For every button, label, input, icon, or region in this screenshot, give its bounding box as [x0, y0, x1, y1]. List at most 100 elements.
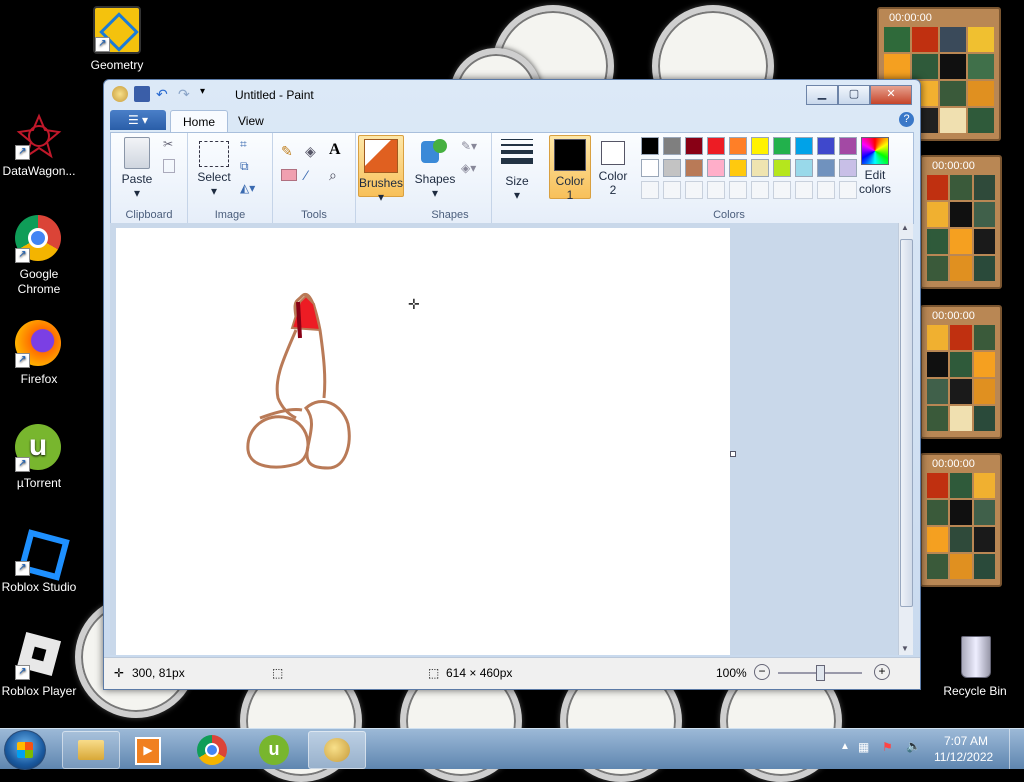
puzzle-gadget[interactable]: 00:00:00	[920, 305, 1002, 439]
puzzle-grid[interactable]	[927, 325, 995, 431]
undo-icon[interactable]: ↶	[156, 86, 172, 102]
fill-icon[interactable]: ◈	[305, 143, 321, 159]
title-bar[interactable]: ↶ ↷ ▾ Untitled - Paint ▁ ▢ ✕	[104, 80, 920, 110]
taskbar-media-player[interactable]: ▶	[120, 731, 176, 767]
scroll-up-arrow[interactable]: ▲	[901, 223, 909, 232]
maximize-button[interactable]: ▢	[838, 85, 870, 105]
color-swatch[interactable]	[817, 159, 835, 177]
color-swatch[interactable]	[707, 137, 725, 155]
color-swatch[interactable]	[751, 159, 769, 177]
color-swatch[interactable]	[795, 137, 813, 155]
color-swatch[interactable]	[773, 159, 791, 177]
help-icon[interactable]: ?	[899, 112, 914, 127]
tab-home[interactable]: Home	[170, 110, 229, 133]
shape-fill-icon[interactable]: ◈▾	[461, 161, 477, 177]
minimize-button[interactable]: ▁	[806, 85, 838, 105]
text-icon[interactable]: A	[329, 141, 345, 158]
redo-icon[interactable]: ↷	[178, 86, 194, 102]
close-button[interactable]: ✕	[870, 85, 912, 105]
custom-color-slot[interactable]	[707, 181, 725, 199]
zoom-slider[interactable]	[778, 665, 862, 681]
taskbar-explorer[interactable]	[62, 731, 120, 769]
cut-icon[interactable]: ✂	[163, 137, 179, 153]
puzzle-grid[interactable]	[927, 473, 995, 579]
size-button[interactable]: Size ▾	[497, 137, 537, 202]
custom-color-slot[interactable]	[773, 181, 791, 199]
color1-button[interactable]: Color 1	[549, 135, 591, 202]
canvas-resize-handle[interactable]	[730, 451, 736, 457]
desktop-icon-firefox[interactable]: ↗ Firefox	[0, 320, 81, 387]
taskbar-utorrent[interactable]: u	[246, 731, 302, 767]
custom-color-slot[interactable]	[729, 181, 747, 199]
zoom-in-button[interactable]: +	[874, 664, 890, 680]
volume-icon[interactable]: 🔈	[906, 739, 921, 753]
custom-color-slot[interactable]	[817, 181, 835, 199]
color-swatch[interactable]	[729, 159, 747, 177]
color2-button[interactable]: Color 2	[593, 135, 633, 197]
color-swatch[interactable]	[751, 137, 769, 155]
customize-toolbar-icon[interactable]: ▾	[200, 86, 216, 102]
start-button[interactable]	[4, 730, 46, 770]
crop-icon[interactable]: ⌗	[240, 137, 256, 153]
paint-window[interactable]: ↶ ↷ ▾ Untitled - Paint ▁ ▢ ✕ ☰ ▾ Home Vi…	[103, 79, 921, 690]
custom-color-slot[interactable]	[685, 181, 703, 199]
color-swatch[interactable]	[663, 159, 681, 177]
paint-menu-button[interactable]: ☰ ▾	[110, 110, 166, 130]
puzzle-grid[interactable]	[927, 175, 995, 281]
desktop-icon-geometry[interactable]: ↗ Geometry	[75, 6, 159, 73]
tab-view[interactable]: View	[226, 110, 276, 132]
taskbar-paint[interactable]	[308, 731, 366, 769]
desktop-icon-roblox-player[interactable]: ↗ Roblox Player	[0, 631, 81, 699]
color-swatch[interactable]	[641, 137, 659, 155]
show-hidden-icons-icon[interactable]: ▲	[840, 741, 850, 752]
scroll-thumb[interactable]	[900, 239, 913, 607]
zoom-slider-thumb[interactable]	[816, 665, 825, 681]
color-swatch[interactable]	[663, 137, 681, 155]
color-swatch[interactable]	[685, 159, 703, 177]
rotate-icon[interactable]: ◭▾	[240, 181, 256, 197]
paste-button[interactable]: Paste ▾	[117, 137, 157, 200]
save-icon[interactable]	[134, 86, 150, 102]
edit-colors-button[interactable]: Edit colors	[853, 137, 897, 196]
taskbar-chrome[interactable]	[184, 731, 240, 767]
select-button[interactable]: Select ▾	[194, 137, 234, 198]
desktop-icon-roblox-studio[interactable]: ↗ Roblox Studio	[0, 528, 81, 595]
pencil-icon[interactable]: ✎	[281, 143, 297, 159]
canvas-area[interactable]: ✛	[110, 223, 898, 655]
brushes-button[interactable]: Brushes ▾	[358, 135, 404, 204]
color-swatch[interactable]	[773, 137, 791, 155]
rainbow-icon	[861, 137, 889, 165]
eraser-icon[interactable]	[281, 169, 297, 181]
color-swatch[interactable]	[707, 159, 725, 177]
outline-icon[interactable]: ✎▾	[461, 139, 477, 155]
magnifier-icon[interactable]: ⌕	[329, 167, 345, 183]
copy-icon[interactable]	[163, 159, 175, 173]
resize-icon[interactable]: ⧉	[240, 159, 256, 175]
desktop-icon-utorrent[interactable]: u ↗ µTorrent	[0, 424, 81, 491]
color-swatch[interactable]	[817, 137, 835, 155]
desktop-icon-recycle-bin[interactable]: Recycle Bin	[933, 632, 1017, 699]
clock-date[interactable]: 11/12/2022	[934, 750, 993, 764]
drawing-canvas[interactable]: ✛	[116, 228, 730, 655]
custom-color-slot[interactable]	[641, 181, 659, 199]
desktop-icon-chrome[interactable]: ↗ Google Chrome	[0, 215, 81, 297]
vertical-scrollbar[interactable]: ▲ ▼	[898, 223, 913, 655]
color-picker-icon[interactable]: ⁄	[305, 167, 321, 183]
color-swatch[interactable]	[729, 137, 747, 155]
color-swatch[interactable]	[795, 159, 813, 177]
color-swatch[interactable]	[641, 159, 659, 177]
flag-icon[interactable]: ⚑	[882, 740, 893, 754]
shapes-button[interactable]: Shapes ▾	[413, 137, 457, 200]
scroll-down-arrow[interactable]: ▼	[901, 644, 909, 653]
desktop-icon-datawagon[interactable]: ↗ DataWagon...	[0, 112, 81, 179]
custom-color-slot[interactable]	[751, 181, 769, 199]
zoom-out-button[interactable]: −	[754, 664, 770, 680]
show-desktop-button[interactable]	[1009, 729, 1020, 769]
custom-color-slot[interactable]	[795, 181, 813, 199]
network-icon[interactable]: ▦	[858, 740, 869, 754]
puzzle-gadget[interactable]: 00:00:00	[920, 155, 1002, 289]
clock-time[interactable]: 7:07 AM	[944, 734, 988, 748]
color-swatch[interactable]	[685, 137, 703, 155]
puzzle-gadget[interactable]: 00:00:00	[920, 453, 1002, 587]
custom-color-slot[interactable]	[663, 181, 681, 199]
